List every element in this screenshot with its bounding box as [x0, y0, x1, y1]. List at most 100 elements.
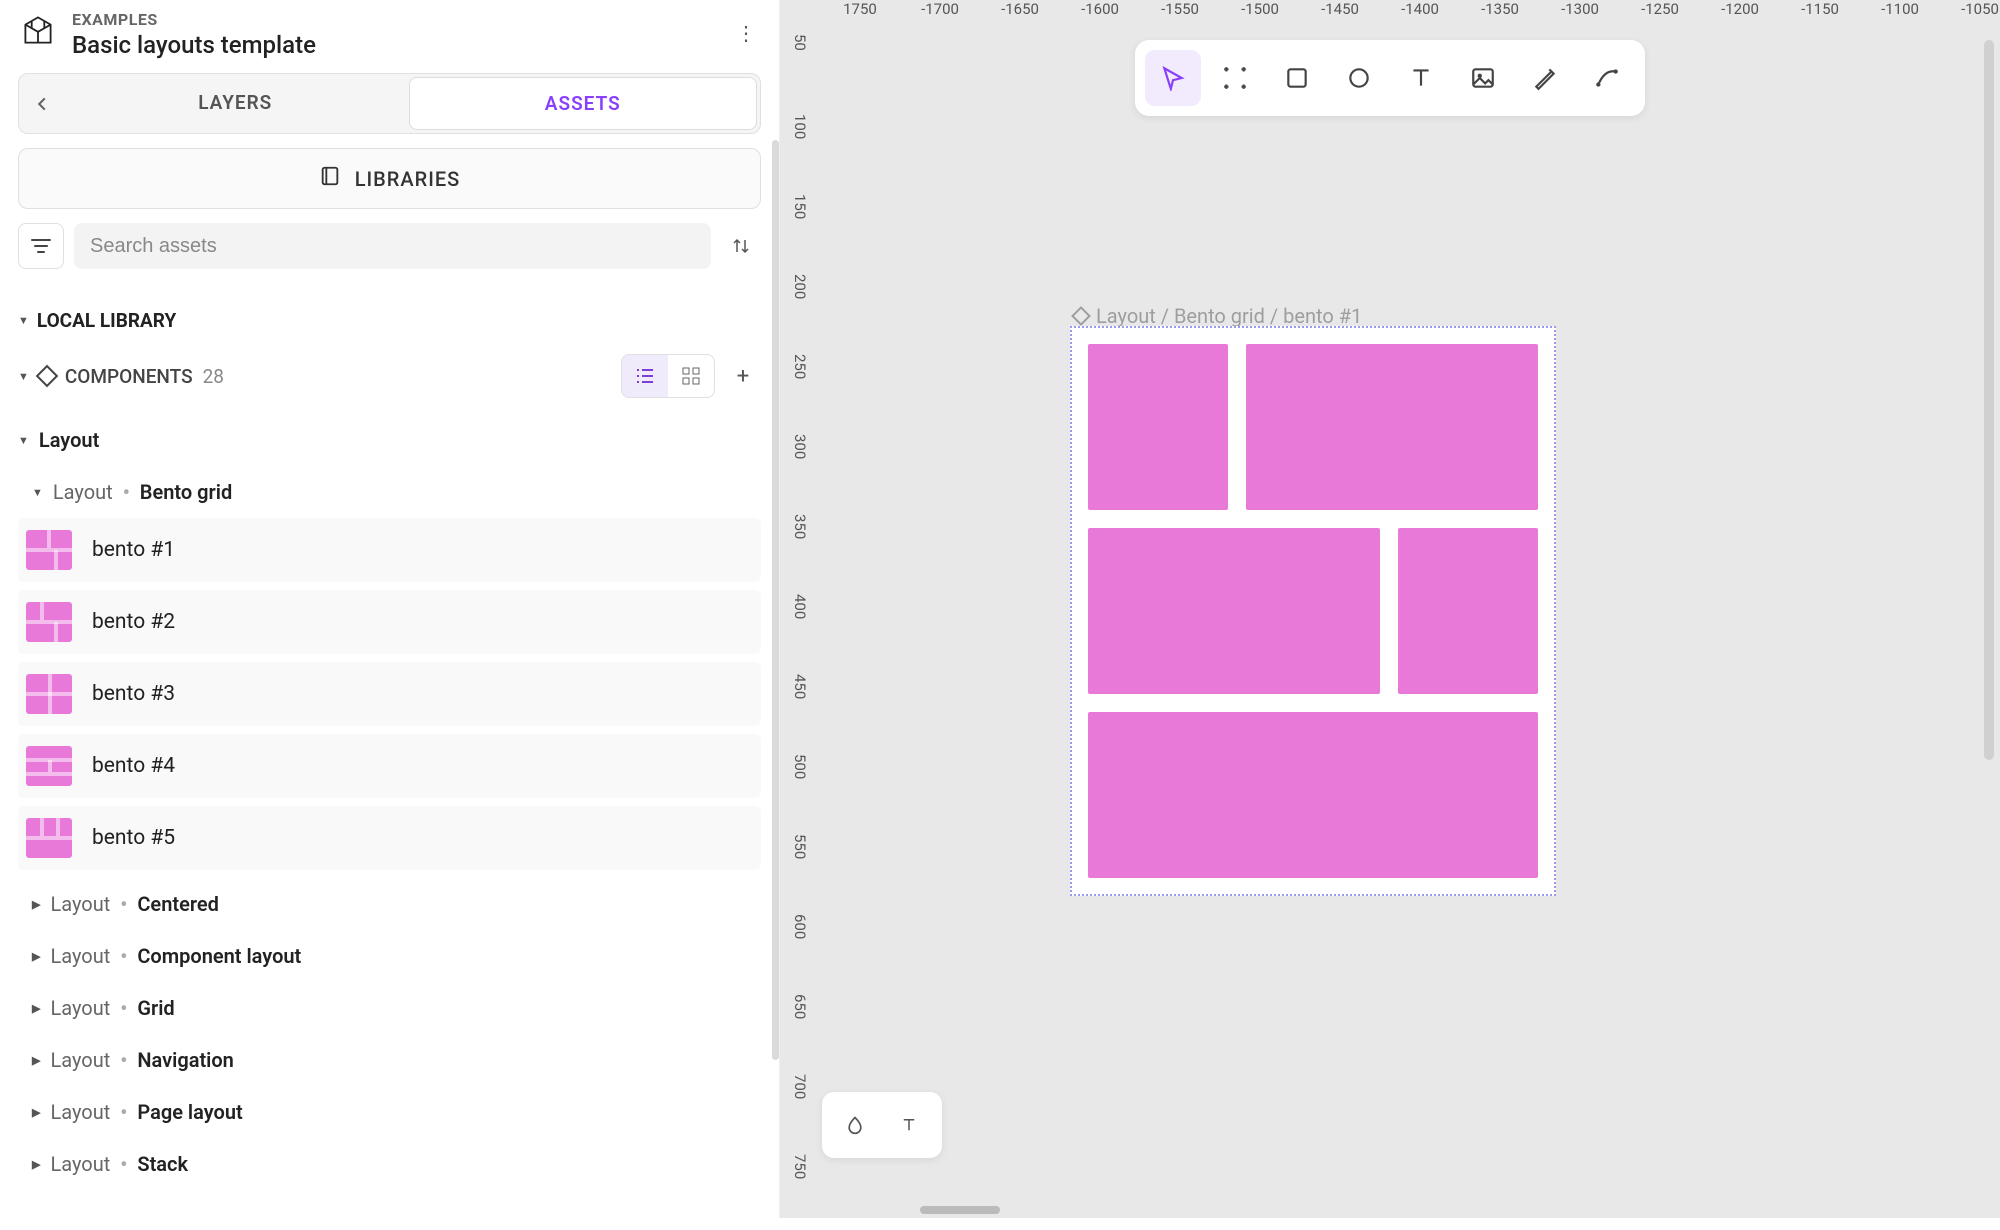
group-prefix: Layout [50, 892, 110, 916]
ruler-tick: 250 [780, 350, 820, 430]
tree-grid[interactable]: Layout • Grid [18, 982, 761, 1034]
ruler-tick: -1450 [1300, 0, 1380, 30]
canvas-toolbar [1135, 40, 1645, 116]
bento-component-instance[interactable] [1070, 326, 1556, 896]
bento-cell[interactable] [1088, 344, 1228, 510]
bento-cell[interactable] [1246, 344, 1538, 510]
rectangle-tool-icon[interactable] [1269, 50, 1325, 106]
canvas-vertical-scrollbar[interactable] [1984, 40, 1994, 760]
assets-panel: EXAMPLES Basic layouts template ⋮ LAYERS… [0, 0, 780, 1218]
ruler-tick: -1150 [1780, 0, 1860, 30]
filter-icon[interactable] [18, 223, 64, 269]
group-name: Navigation [137, 1048, 233, 1072]
search-input[interactable] [74, 223, 711, 269]
chevron-down-icon[interactable] [18, 433, 29, 448]
fill-outline-icon[interactable] [830, 1100, 880, 1150]
select-tool-icon[interactable] [1145, 50, 1201, 106]
chevron-right-icon[interactable] [32, 897, 40, 912]
chevron-down-icon[interactable] [18, 313, 29, 328]
asset-bento-5[interactable]: bento #5 [18, 806, 761, 870]
asset-thumb-icon [26, 746, 72, 786]
local-library-section[interactable]: LOCAL LIBRARY [18, 297, 761, 344]
curve-tool-icon[interactable] [1579, 50, 1635, 106]
tab-assets[interactable]: ASSETS [409, 77, 758, 130]
ruler-tick: -1400 [1380, 0, 1460, 30]
chevron-right-icon[interactable] [32, 1157, 40, 1172]
sidebar-scrollbar[interactable] [772, 140, 779, 1060]
search-row [18, 223, 761, 269]
group-name: Centered [137, 892, 219, 916]
tree-stack[interactable]: Layout • Stack [18, 1138, 761, 1190]
bento-cell[interactable] [1088, 712, 1538, 878]
ruler-tick: -1700 [900, 0, 980, 30]
add-component-icon[interactable]: + [725, 358, 761, 394]
list-view-icon[interactable] [622, 355, 668, 397]
chevron-down-icon[interactable] [32, 485, 43, 500]
group-prefix: Layout [50, 1152, 110, 1176]
ruler-tick: 350 [780, 510, 820, 590]
project-title[interactable]: Basic layouts template [72, 31, 731, 59]
tree-page-layout[interactable]: Layout • Page layout [18, 1086, 761, 1138]
components-label: COMPONENTS [65, 365, 193, 388]
asset-thumb-icon [26, 602, 72, 642]
grid-view-icon[interactable] [668, 355, 714, 397]
canvas-area[interactable]: 1750 -1700 -1650 -1600 -1550 -1500 -1450… [780, 0, 2000, 1218]
ruler-tick: -1350 [1460, 0, 1540, 30]
ruler-tick: 300 [780, 430, 820, 510]
ruler-tick: -1500 [1220, 0, 1300, 30]
group-name: Grid [137, 996, 174, 1020]
breadcrumb-text: Layout / Bento grid / bento #1 [1096, 304, 1362, 328]
chevron-down-icon[interactable] [18, 369, 29, 384]
tab-layers[interactable]: LAYERS [62, 77, 409, 130]
asset-bento-3[interactable]: bento #3 [18, 662, 761, 726]
sort-icon[interactable] [721, 226, 761, 266]
tree-layout[interactable]: Layout [18, 414, 761, 466]
libraries-button[interactable]: LIBRARIES [18, 148, 761, 209]
asset-bento-2[interactable]: bento #2 [18, 590, 761, 654]
group-prefix: Layout [50, 996, 110, 1020]
ruler-tick: -1050 [1940, 0, 2000, 30]
pen-tool-icon[interactable] [1517, 50, 1573, 106]
ruler-tick: 600 [780, 910, 820, 990]
asset-label: bento #1 [92, 538, 175, 562]
ruler-tick: 500 [780, 750, 820, 830]
bento-cell[interactable] [1398, 528, 1538, 694]
book-icon [319, 165, 341, 192]
ruler-tick: 650 [780, 990, 820, 1070]
component-diamond-icon [1071, 306, 1091, 326]
image-tool-icon[interactable] [1455, 50, 1511, 106]
ruler-tick: -1200 [1700, 0, 1780, 30]
asset-bento-4[interactable]: bento #4 [18, 734, 761, 798]
chevron-right-icon[interactable] [32, 1001, 40, 1016]
chevron-right-icon[interactable] [32, 949, 40, 964]
chevron-right-icon[interactable] [32, 1105, 40, 1120]
asset-bento-1[interactable]: bento #1 [18, 518, 761, 582]
text-quick-tool-icon[interactable] [884, 1100, 934, 1150]
group-prefix: Layout [53, 480, 113, 504]
chevron-right-icon[interactable] [32, 1053, 40, 1068]
ruler-tick: -1250 [1620, 0, 1700, 30]
tree-component-layout[interactable]: Layout • Component layout [18, 930, 761, 982]
tree-navigation[interactable]: Layout • Navigation [18, 1034, 761, 1086]
frame-tool-icon[interactable] [1207, 50, 1263, 106]
asset-label: bento #3 [92, 682, 175, 706]
bento-cell[interactable] [1088, 528, 1380, 694]
back-chevron-icon[interactable] [22, 77, 62, 130]
group-name: Page layout [137, 1100, 242, 1124]
asset-label: bento #5 [92, 826, 175, 850]
group-prefix: Layout [50, 1100, 110, 1124]
tree-centered[interactable]: Layout • Centered [18, 878, 761, 930]
asset-label: bento #2 [92, 610, 175, 634]
bento-row [1088, 712, 1538, 878]
view-toggle [621, 354, 715, 398]
ellipse-tool-icon[interactable] [1331, 50, 1387, 106]
more-menu-icon[interactable]: ⋮ [731, 18, 761, 48]
ruler-tick: -1100 [1860, 0, 1940, 30]
canvas-horizontal-scrollbar[interactable] [920, 1206, 1000, 1214]
asset-label: bento #4 [92, 754, 175, 778]
canvas-selection-breadcrumb[interactable]: Layout / Bento grid / bento #1 [1074, 304, 1362, 328]
local-library-label: LOCAL LIBRARY [37, 309, 176, 332]
ruler-tick: -1550 [1140, 0, 1220, 30]
text-tool-icon[interactable] [1393, 50, 1449, 106]
tree-bento-grid[interactable]: Layout • Bento grid [18, 466, 761, 518]
